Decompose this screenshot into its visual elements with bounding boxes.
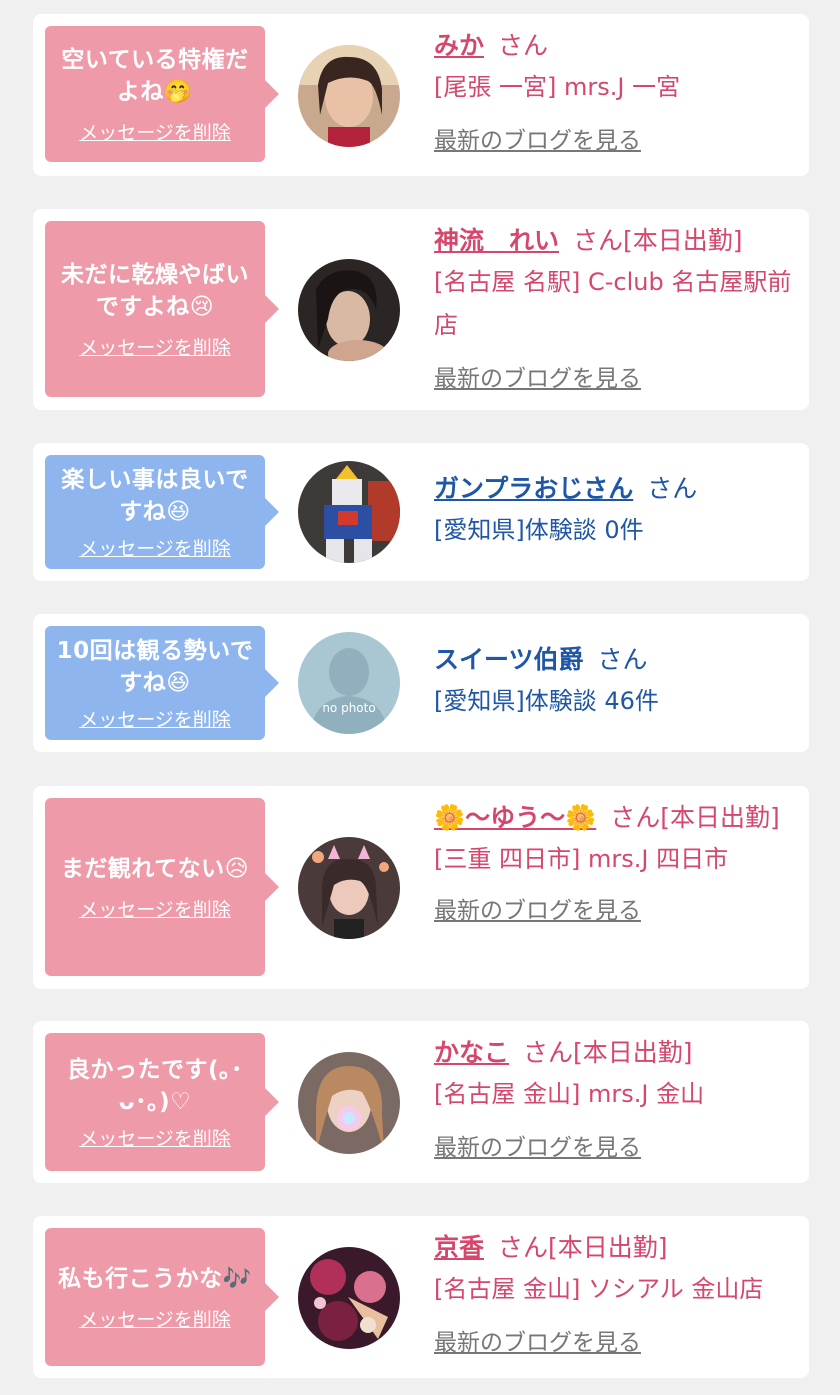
message-bubble: 10回は観る勢いですね😆 メッセージを削除 — [45, 626, 279, 740]
sender-suffix: さん[本日出勤] — [498, 1233, 668, 1262]
sender-info: 🌼〜ゆう〜🌼 さん[本日出勤] [三重 四日市] mrs.J 四日市 最新のブログ… — [434, 798, 799, 925]
sender-info: スイーツ伯爵 さん [愛知県]体験談 46件 — [434, 640, 799, 723]
avatar[interactable] — [298, 45, 400, 147]
shop-text: [名古屋 名駅] C-club 名古屋駅前店 — [434, 268, 792, 339]
latest-blog-link[interactable]: 最新のブログを見る — [434, 359, 641, 393]
message-card: まだ観れてない😥 メッセージを削除 🌼〜ゆう〜🌼 さん[本日出勤] [三重 四日市… — [33, 786, 809, 989]
latest-blog-link[interactable]: 最新のブログを見る — [434, 1128, 641, 1162]
sender-name-link[interactable]: 🌼〜ゆう〜🌼 — [434, 803, 596, 832]
shop-text: [名古屋 金山] ソシアル 金山店 — [434, 1275, 764, 1303]
avatar[interactable] — [298, 259, 400, 361]
message-list: 空いている特権だよね🤭 メッセージを削除 みか さん [尾張 一宮] mrs.J … — [0, 0, 840, 1395]
message-bubble: 未だに乾燥やばいですよね😢 メッセージを削除 — [45, 221, 279, 397]
sender-suffix: さん[本日出勤] — [573, 226, 743, 255]
sender-name-link[interactable]: みか — [434, 31, 484, 60]
latest-blog-link[interactable]: 最新のブログを見る — [434, 121, 641, 155]
message-text: まだ観れてない😥 — [60, 855, 250, 882]
sender-info: 神流 れい さん[本日出勤] [名古屋 名駅] C-club 名古屋駅前店 最新の… — [434, 221, 799, 393]
message-bubble: 私も行こうかな🎶 メッセージを削除 — [45, 1228, 279, 1366]
message-text: 未だに乾燥やばいですよね😢 — [61, 261, 249, 320]
message-text: 私も行こうかな🎶 — [58, 1265, 252, 1292]
sender-info: 京香 さん[本日出勤] [名古屋 金山] ソシアル 金山店 最新のブログを見る — [434, 1228, 799, 1357]
no-photo-label: no photo — [322, 701, 375, 715]
message-card: 空いている特権だよね🤭 メッセージを削除 みか さん [尾張 一宮] mrs.J … — [33, 14, 809, 176]
message-card: 良かったです(｡･ᴗ･｡)♡ メッセージを削除 かなこ さん[本日出勤] [名古屋… — [33, 1021, 809, 1183]
message-bubble: 良かったです(｡･ᴗ･｡)♡ メッセージを削除 — [45, 1033, 279, 1171]
message-card: 未だに乾燥やばいですよね😢 メッセージを削除 神流 れい さん[本日出勤] [名古… — [33, 209, 809, 410]
sender-suffix: さん[本日出勤] — [610, 803, 780, 832]
message-text: 良かったです(｡･ᴗ･｡)♡ — [66, 1056, 243, 1115]
delete-message-link[interactable]: メッセージを削除 — [79, 1305, 231, 1332]
sender-name[interactable]: スイーツ伯爵 — [434, 645, 584, 674]
delete-message-link[interactable]: メッセージを削除 — [79, 895, 231, 922]
sender-name-link[interactable]: ガンプラおじさん — [434, 474, 633, 503]
avatar[interactable] — [298, 837, 400, 939]
message-card: 私も行こうかな🎶 メッセージを削除 京香 さん[本日出勤] [名古屋 金山] ソシ… — [33, 1216, 809, 1378]
sender-suffix: さん[本日出勤] — [523, 1038, 693, 1067]
avatar[interactable] — [298, 1247, 400, 1349]
message-text: 楽しい事は良いですね😆 — [61, 466, 249, 525]
message-bubble: 楽しい事は良いですね😆 メッセージを削除 — [45, 455, 279, 569]
delete-message-link[interactable]: メッセージを削除 — [79, 333, 231, 360]
sender-suffix: さん — [647, 474, 698, 503]
avatar[interactable] — [298, 461, 400, 563]
sender-info: ガンプラおじさん さん [愛知県]体験談 0件 — [434, 469, 799, 552]
delete-message-link[interactable]: メッセージを削除 — [79, 118, 231, 145]
sender-info: みか さん [尾張 一宮] mrs.J 一宮 最新のブログを見る — [434, 26, 799, 155]
avatar[interactable] — [298, 1052, 400, 1154]
message-card: 楽しい事は良いですね😆 メッセージを削除 ガンプラおじさん さん [愛知県]体験談… — [33, 443, 809, 581]
message-text: 空いている特権だよね🤭 — [61, 46, 249, 105]
sender-name-link[interactable]: 京香 — [434, 1233, 484, 1262]
delete-message-link[interactable]: メッセージを削除 — [79, 705, 231, 732]
sender-name-link[interactable]: 神流 れい — [434, 226, 559, 255]
message-text: 10回は観る勢いですね😆 — [56, 637, 254, 696]
shop-text: [名古屋 金山] mrs.J 金山 — [434, 1080, 705, 1108]
delete-message-link[interactable]: メッセージを削除 — [79, 534, 231, 561]
latest-blog-link[interactable]: 最新のブログを見る — [434, 891, 641, 925]
message-bubble: まだ観れてない😥 メッセージを削除 — [45, 798, 279, 976]
shop-text: [尾張 一宮] mrs.J 一宮 — [434, 73, 681, 101]
shop-text: [三重 四日市] mrs.J 四日市 — [434, 845, 729, 873]
latest-blog-link[interactable]: 最新のブログを見る — [434, 1323, 641, 1357]
sender-info: かなこ さん[本日出勤] [名古屋 金山] mrs.J 金山 最新のブログを見る — [434, 1033, 799, 1162]
delete-message-link[interactable]: メッセージを削除 — [79, 1124, 231, 1151]
sender-name-link[interactable]: かなこ — [434, 1038, 509, 1067]
sender-suffix: さん — [597, 645, 648, 674]
message-card: 10回は観る勢いですね😆 メッセージを削除 no photo スイーツ伯爵 さん … — [33, 614, 809, 752]
shop-text: [愛知県]体験談 46件 — [434, 687, 659, 715]
avatar[interactable]: no photo — [298, 632, 400, 734]
shop-text: [愛知県]体験談 0件 — [434, 516, 644, 544]
message-bubble: 空いている特権だよね🤭 メッセージを削除 — [45, 26, 279, 162]
sender-suffix: さん — [498, 31, 549, 60]
